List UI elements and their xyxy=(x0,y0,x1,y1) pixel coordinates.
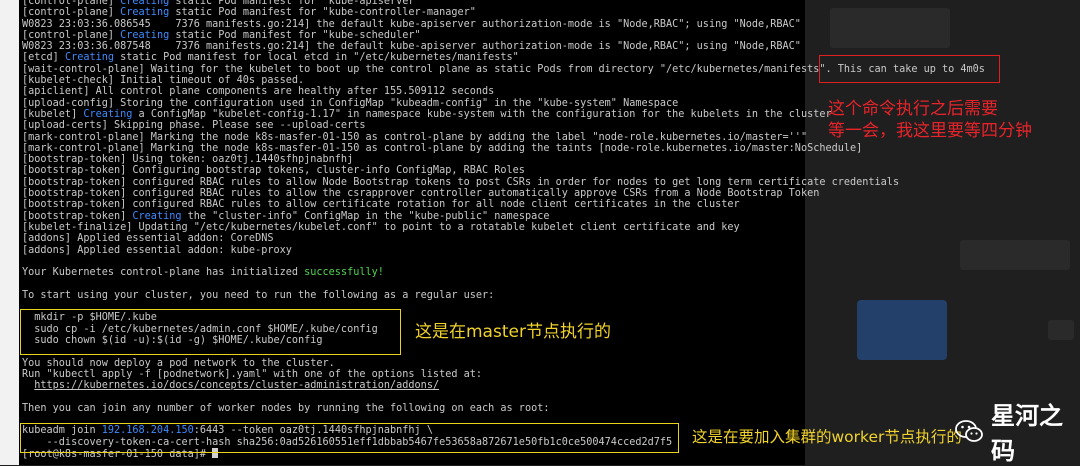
terminal-text: static Pod manifest for local etcd in "/… xyxy=(114,52,519,64)
terminal-text: successfully! xyxy=(304,267,384,279)
terminal-line: [apiclient] All control plane components… xyxy=(22,86,1077,97)
terminal-text: Run "kubectl apply -f [podnetwork].yaml"… xyxy=(22,368,483,380)
terminal-text: [bootstrap-token] configured RBAC rules … xyxy=(22,188,820,200)
terminal-line: W0823 23:03:36.087548 7376 manifests.go:… xyxy=(22,41,1077,52)
terminal-line: [bootstrap-token] configured RBAC rules … xyxy=(22,199,1077,210)
watermark: 星河之码 xyxy=(955,396,1080,466)
terminal-text: Creating xyxy=(64,52,115,64)
terminal-text: Your Kubernetes control-plane has initia… xyxy=(22,267,305,279)
terminal-line: [bootstrap-token] Using token: oaz0tj.14… xyxy=(22,154,1077,165)
terminal-text: a ConfigMap "kubelet-config-1.17" in nam… xyxy=(132,108,832,120)
terminal-text: [bootstrap-token] configured RBAC rules … xyxy=(22,176,900,188)
terminal-line: [addons] Applied essential addon: CoreDN… xyxy=(22,233,1077,244)
terminal-line: [control-plane] Creating static Pod mani… xyxy=(22,30,1077,41)
terminal-text: Creating xyxy=(120,0,170,7)
terminal-text: Creating xyxy=(83,108,133,120)
terminal-text: [upload-certs] Skipping phase. Please se… xyxy=(22,120,366,132)
terminal-line: [kubelet-finalize] Updating "/etc/kubern… xyxy=(22,222,1077,233)
terminal-text: the "cluster-info" ConfigMap in the "kub… xyxy=(181,210,550,222)
terminal-line: [bootstrap-token] Configuring bootstrap … xyxy=(22,165,1077,176)
terminal-text: static Pod manifest for "kube-controller… xyxy=(169,7,476,19)
terminal-text: [addons] Applied essential addon: CoreDN… xyxy=(22,233,274,245)
terminal-text: Then you can join any number of worker n… xyxy=(22,402,550,414)
wait-note-line1: 这个命令执行之后需要 xyxy=(828,99,998,119)
highlight-box-join-command xyxy=(20,423,679,453)
terminal-text: [kubelet-finalize] Updating "/etc/kubern… xyxy=(22,221,740,233)
highlight-box-master-commands xyxy=(20,309,401,355)
watermark-text: 星河之码 xyxy=(991,402,1063,465)
terminal-line: [bootstrap-token] configured RBAC rules … xyxy=(22,177,1077,188)
terminal-text: [etcd] xyxy=(22,52,65,64)
terminal-text: Creating xyxy=(120,29,170,41)
terminal-text: Creating xyxy=(120,7,170,19)
terminal-text: [bootstrap-token] Using token: oaz0tj.14… xyxy=(22,154,354,166)
terminal-line: You should now deploy a pod network to t… xyxy=(22,358,1077,369)
terminal-text: [control-plane] xyxy=(22,29,121,41)
terminal-line: [addons] Applied essential addon: kube-p… xyxy=(22,245,1077,256)
terminal-text: [apiclient] All control plane components… xyxy=(22,86,495,98)
terminal-line: [control-plane] Creating static Pod mani… xyxy=(22,0,1077,7)
terminal-line: Then you can join any number of worker n… xyxy=(22,403,1077,414)
terminal-text: You should now deploy a pod network to t… xyxy=(22,357,335,369)
worker-note: 这是在要加入集群的worker节点执行的 xyxy=(692,428,962,446)
terminal-text: [control-plane] xyxy=(22,0,121,7)
terminal-text: [bootstrap-token] Configuring bootstrap … xyxy=(22,165,525,177)
terminal-text: static Pod manifest for "kube-scheduler" xyxy=(169,29,421,41)
wechat-icon xyxy=(955,419,983,443)
terminal-line: [control-plane] Creating static Pod mani… xyxy=(22,7,1077,18)
terminal-text: Creating xyxy=(132,210,182,222)
left-window-edge xyxy=(0,0,19,465)
terminal-line: Run "kubectl apply -f [podnetwork].yaml"… xyxy=(22,369,1077,380)
highlight-box-timeout xyxy=(819,55,1000,83)
terminal-text: [upload-config] Storing the configuratio… xyxy=(22,97,679,109)
terminal-text: [mark-control-plane] Marking the node k8… xyxy=(22,131,808,143)
terminal-text: [bootstrap-token] configured RBAC rules … xyxy=(22,199,740,211)
terminal-line: Your Kubernetes control-plane has initia… xyxy=(22,267,1077,278)
terminal-text: [addons] Applied essential addon: kube-p… xyxy=(22,244,292,256)
terminal-line: [mark-control-plane] Marking the node k8… xyxy=(22,143,1077,154)
docs-link[interactable]: https://kubernetes.io/docs/concepts/clus… xyxy=(34,380,439,391)
terminal-line: [bootstrap-token] configured RBAC rules … xyxy=(22,188,1077,199)
terminal-text: [control-plane] xyxy=(22,7,121,19)
terminal-text: W0823 23:03:36.087548 7376 manifests.go:… xyxy=(22,41,801,53)
wait-note: 这个命令执行之后需要 等一会，我这里要等四分钟 xyxy=(828,98,1032,142)
terminal-text: [mark-control-plane] Marking the node k8… xyxy=(22,142,863,154)
terminal-line: [bootstrap-token] Creating the "cluster-… xyxy=(22,211,1077,222)
terminal-text: To start using your cluster, you need to… xyxy=(22,289,495,301)
terminal-line: To start using your cluster, you need to… xyxy=(22,290,1077,301)
terminal-text: static Pod manifest for "kube-apiserver" xyxy=(169,0,421,7)
terminal-text: [bootstrap-token] xyxy=(22,210,133,222)
master-note: 这是在master节点执行的 xyxy=(415,322,611,342)
terminal-line: https://kubernetes.io/docs/concepts/clus… xyxy=(22,380,1077,391)
wait-note-line2: 等一会，我这里要等四分钟 xyxy=(828,121,1032,141)
terminal-text: [kubelet] xyxy=(22,108,84,120)
terminal-text: W0823 23:03:36.086545 7376 manifests.go:… xyxy=(22,18,801,30)
terminal-text: [kubelet-check] Initial timeout of 40s p… xyxy=(22,75,305,87)
terminal-line: W0823 23:03:36.086545 7376 manifests.go:… xyxy=(22,19,1077,30)
